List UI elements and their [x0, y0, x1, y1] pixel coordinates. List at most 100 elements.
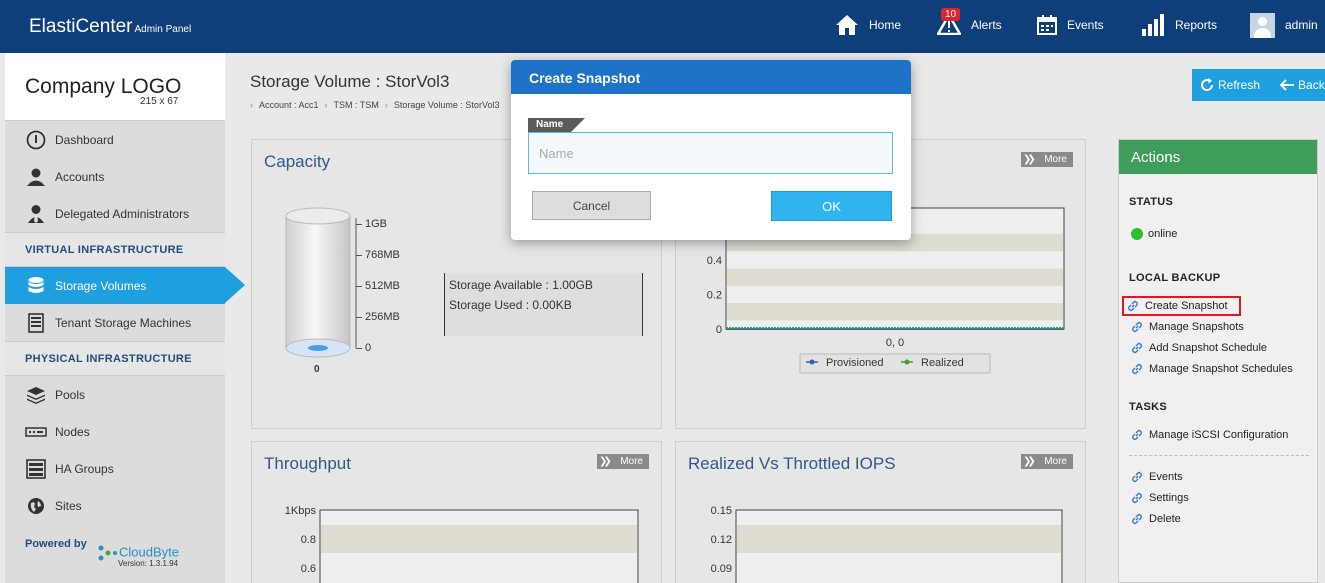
sidebar-item-dashboard[interactable]: Dashboard [5, 121, 225, 158]
sidebar-item-pools[interactable]: Pools [5, 376, 225, 413]
status-heading: STATUS [1129, 196, 1174, 208]
add-snapshot-schedule-link[interactable]: Add Snapshot Schedule [1131, 342, 1267, 354]
vendor-name: CloudByte [119, 544, 179, 560]
nav-reports[interactable]: Reports [1141, 10, 1217, 40]
manage-snapshots-link[interactable]: Manage Snapshots [1131, 321, 1244, 333]
sidebar: Company LOGO 215 x 67 Dashboard Accounts… [5, 53, 245, 583]
grid-band [737, 525, 1061, 553]
sidebar-item-sites[interactable]: Sites [5, 487, 225, 524]
y-tick-label: 0.2 [707, 289, 722, 301]
events-link[interactable]: Events [1131, 471, 1183, 483]
delete-link[interactable]: Delete [1131, 513, 1181, 525]
dashboard-icon [26, 130, 46, 149]
nav-user[interactable]: admin [1250, 10, 1318, 40]
snapshot-name-input[interactable] [528, 132, 893, 174]
breadcrumb: › Account : Acc1 › TSM : TSM › Storage V… [250, 100, 499, 110]
link-icon [1132, 492, 1142, 504]
bar-chart-icon [1142, 14, 1164, 36]
cancel-label: Cancel [572, 198, 611, 213]
nav-alerts-label: Alerts [971, 18, 1002, 32]
node-icon [25, 426, 47, 437]
legend-marker [809, 359, 815, 365]
events-label: Events [1149, 471, 1183, 483]
powered-by: Powered by [25, 538, 87, 550]
refresh-button[interactable]: Refresh [1192, 78, 1260, 92]
sidebar-item-storage-volumes[interactable]: Storage Volumes [5, 267, 245, 304]
ok-label: OK [822, 198, 841, 214]
link-icon [1132, 321, 1142, 333]
nav-alerts[interactable]: 10 Alerts [935, 7, 1002, 40]
cloudbyte-dots-icon [98, 545, 117, 561]
sidebar-item-label: Accounts [55, 169, 105, 184]
capacity-tick-label: 1GB [365, 218, 388, 230]
x-tick-label: 0, 0 [886, 337, 904, 349]
storage-available: Storage Available : 1.00GB [449, 278, 593, 292]
create-snapshot-dialog: Create Snapshot Name Cancel OK [511, 60, 911, 240]
chart-legend: Provisioned Realized [799, 353, 991, 374]
nav-home[interactable]: Home [835, 10, 901, 40]
ok-button[interactable]: OK [771, 191, 892, 221]
server-rack-icon [26, 458, 46, 479]
y-tick-label: 0 [716, 324, 722, 336]
manage-snapshot-schedules-link[interactable]: Manage Snapshot Schedules [1131, 363, 1293, 375]
app-brand[interactable]: ElastiCenter Admin Panel [29, 16, 191, 38]
y-tick-label: 0.09 [711, 563, 732, 575]
create-snapshot-link[interactable]: Create Snapshot [1122, 296, 1241, 316]
y-tick-label: 0.12 [711, 534, 732, 546]
sidebar-item-accounts[interactable]: Accounts [5, 158, 225, 195]
capacity-tick-mark [356, 286, 362, 287]
vendor-version: Version: 1.3.1.94 [118, 559, 179, 568]
breadcrumb-account[interactable]: Account : Acc1 [259, 100, 319, 110]
tasks-heading: TASKS [1129, 401, 1167, 413]
link-icon [1132, 429, 1142, 441]
dialog-title: Create Snapshot [511, 60, 911, 94]
capacity-tick-mark [356, 348, 362, 349]
manage-snapshots-label: Manage Snapshots [1149, 321, 1244, 333]
cancel-button[interactable]: Cancel [532, 191, 651, 220]
sidebar-item-label: Pools [55, 387, 86, 402]
brand-title: ElastiCenter [29, 16, 133, 37]
nav-events[interactable]: Events [1037, 10, 1104, 40]
actions-title: Actions [1119, 140, 1317, 174]
iops-chart: 0.15 0.12 0.09 [711, 505, 1063, 583]
legend-label: Realized [921, 357, 964, 369]
top-action-bar: Refresh Back [1192, 69, 1325, 101]
globe-icon [28, 497, 44, 514]
name-field-label: Name [528, 118, 586, 132]
y-tick-label: 1Kbps [285, 505, 317, 517]
arrow-left-icon [1280, 79, 1295, 91]
grid-band [727, 268, 1063, 286]
refresh-icon [1201, 78, 1214, 91]
settings-link[interactable]: Settings [1131, 492, 1189, 504]
database-icon [28, 276, 44, 293]
sidebar-item-ha-groups[interactable]: HA Groups [5, 450, 225, 487]
sidebar-item-label: Nodes [55, 424, 90, 439]
settings-label: Settings [1149, 492, 1189, 504]
y-tick-label: 0.4 [707, 255, 722, 267]
back-button[interactable]: Back [1260, 78, 1325, 92]
sidebar-item-nodes[interactable]: Nodes [5, 413, 225, 450]
breadcrumb-separator: › [384, 100, 388, 110]
breadcrumb-tsm[interactable]: TSM : TSM [334, 100, 379, 110]
sidebar-item-label: Delegated Administrators [55, 206, 190, 221]
home-icon [836, 15, 858, 35]
user-icon [27, 168, 45, 186]
local-backup-heading: LOCAL BACKUP [1129, 272, 1221, 284]
link-icon [1132, 342, 1142, 354]
sidebar-item-delegated-administrators[interactable]: Delegated Administrators [5, 195, 225, 232]
delete-label: Delete [1149, 513, 1181, 525]
manage-iscsi-link[interactable]: Manage iSCSI Configuration [1131, 429, 1288, 441]
alerts-badge: 10 [941, 7, 961, 21]
sidebar-item-label: Tenant Storage Machines [55, 315, 192, 330]
legend-marker [904, 359, 910, 365]
iops-panel: Realized Vs Throttled IOPS More 0.150.12… [675, 441, 1086, 583]
layers-icon [27, 386, 45, 404]
machine-icon [28, 312, 44, 333]
y-tick-label: 0.6 [301, 563, 316, 575]
status-indicator: online [1131, 228, 1177, 240]
grid-band [727, 303, 1063, 321]
sidebar-item-tenant-storage-machines[interactable]: Tenant Storage Machines [5, 304, 225, 341]
link-icon [1132, 363, 1142, 375]
logo-size: 215 x 67 [140, 96, 179, 107]
capacity-tick-mark [356, 317, 362, 318]
